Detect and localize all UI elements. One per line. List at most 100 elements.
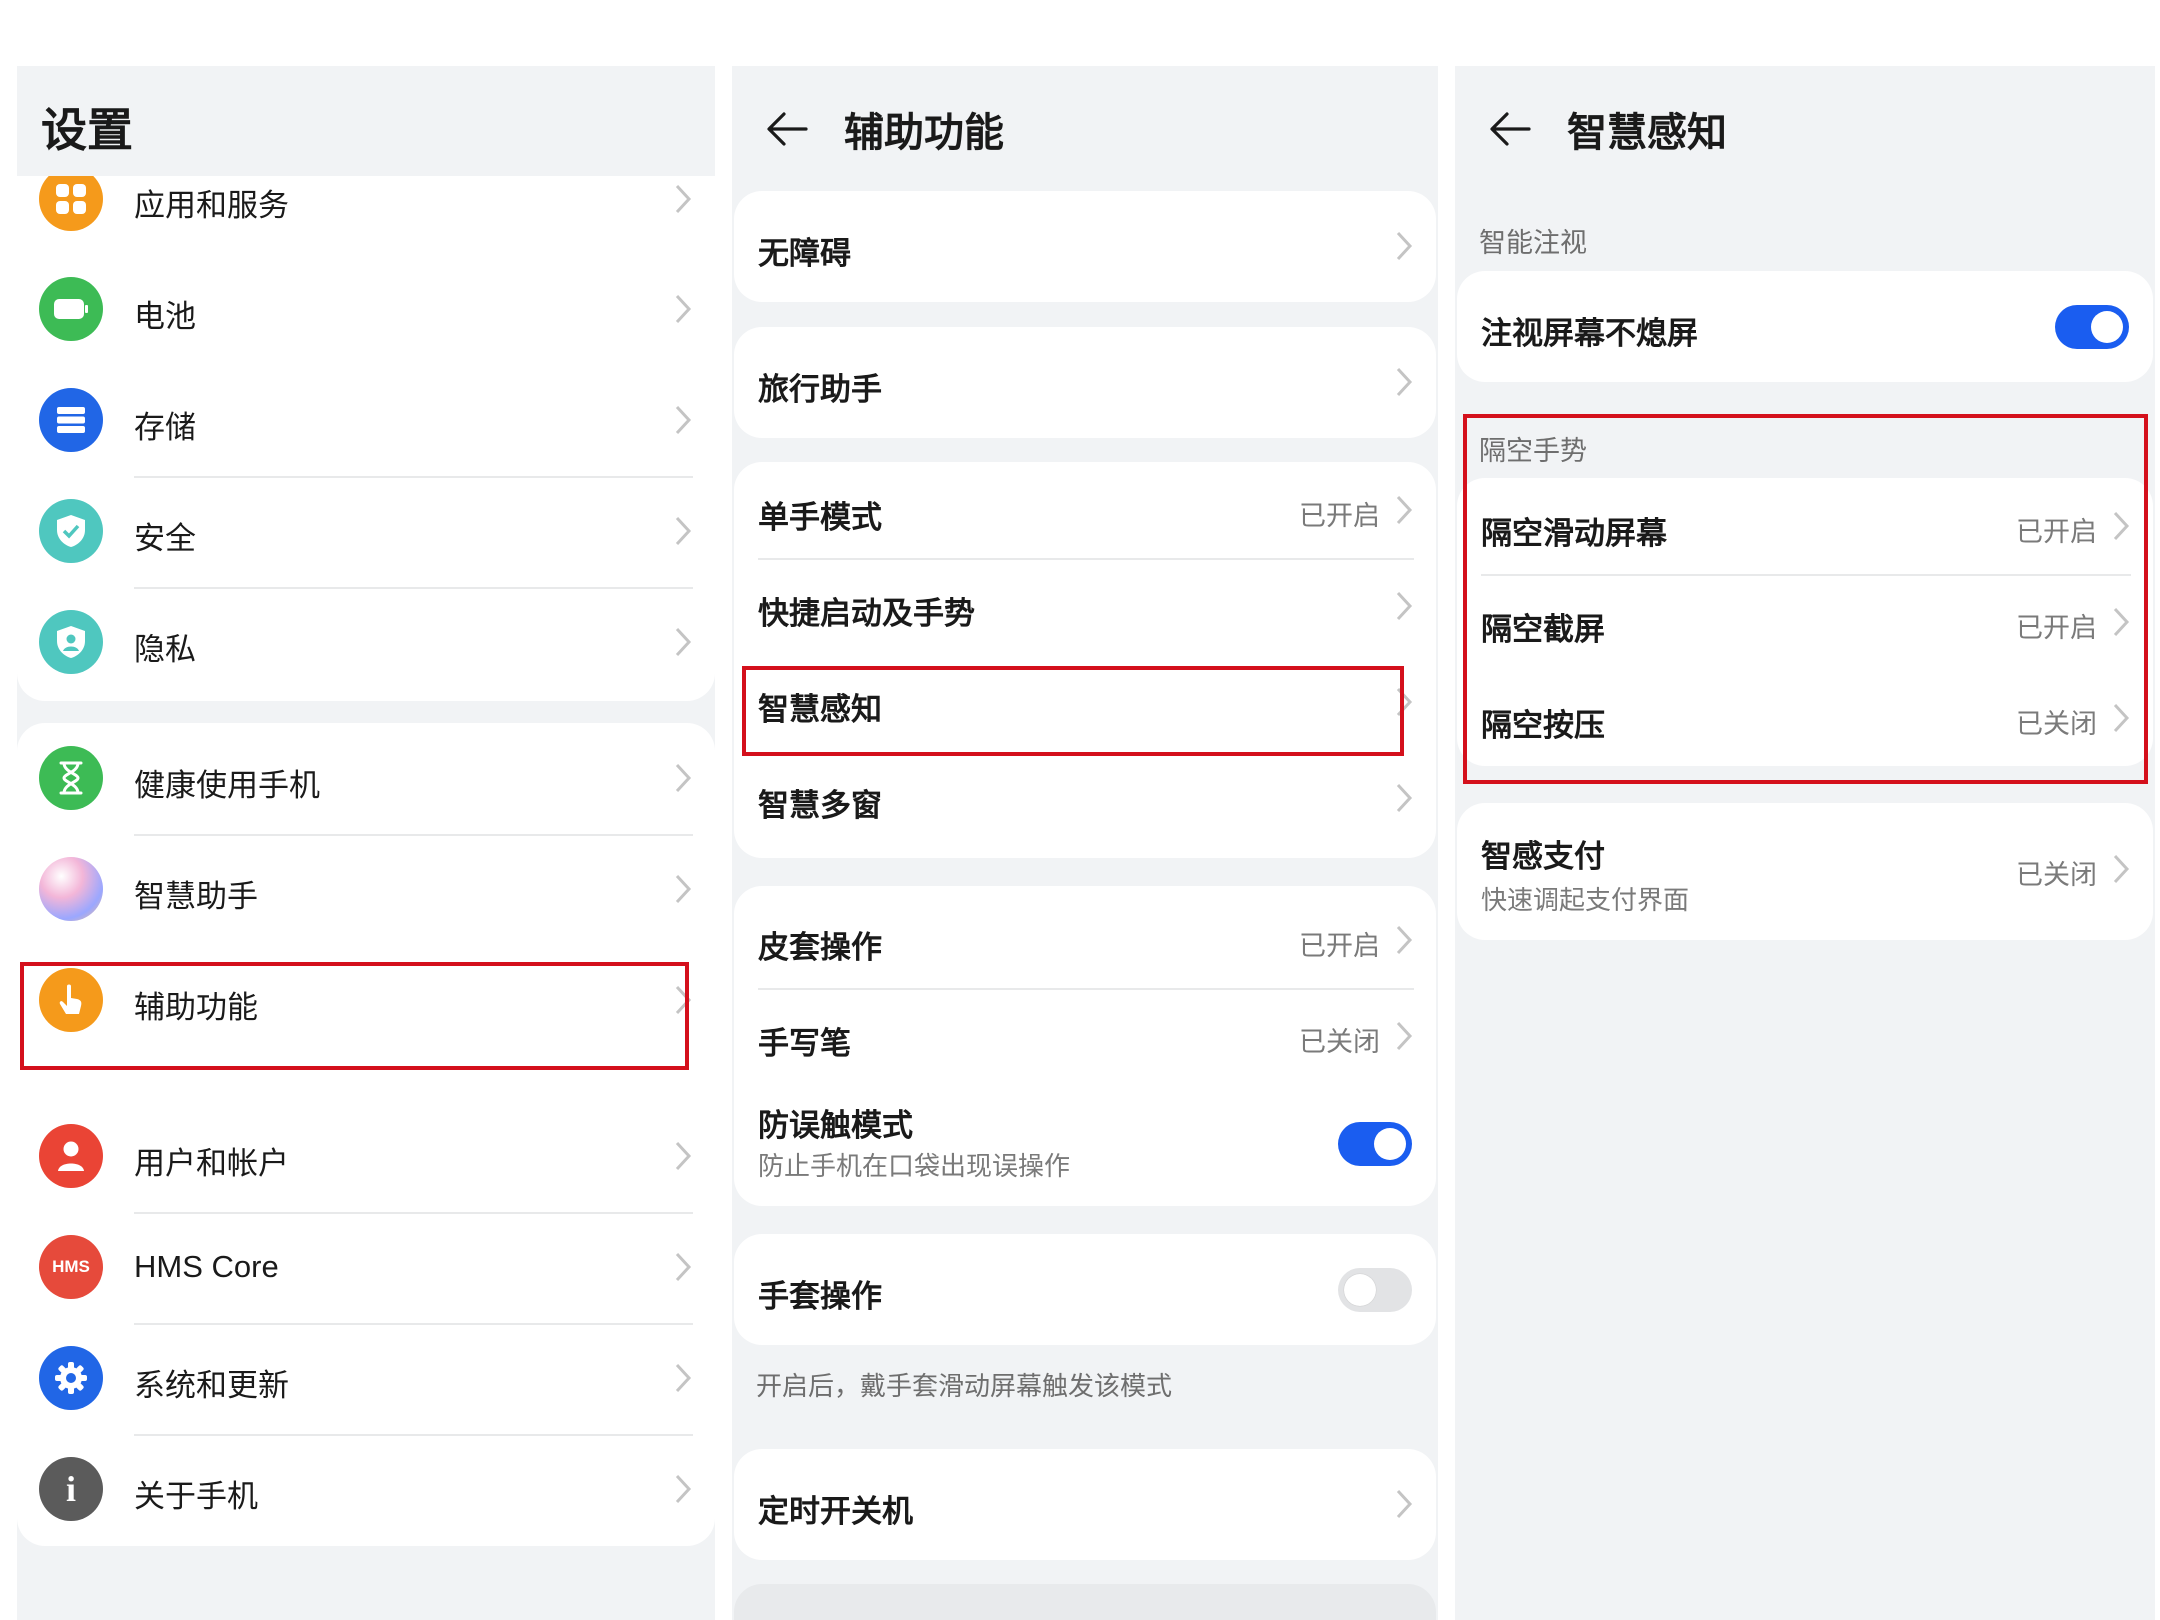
chevron-right-icon	[675, 294, 692, 324]
storage-icon	[39, 388, 103, 452]
item-value: 已开启	[1299, 931, 1380, 962]
item-value: 已关闭	[2016, 709, 2097, 740]
gaze-toggle[interactable]	[2055, 305, 2129, 349]
page-title-overlay: 设置	[41, 103, 133, 157]
settings-item-apps[interactable]: 应用和服务	[17, 176, 715, 254]
item-air-press[interactable]: 隔空按压 已关闭	[1457, 670, 2153, 766]
settings-item-label: 安全	[134, 521, 196, 557]
item-travel-assistant[interactable]: 旅行助手	[734, 327, 1436, 438]
back-arrow-icon[interactable]	[762, 103, 814, 155]
card-glove: 手套操作	[734, 1234, 1436, 1345]
chevron-right-icon	[675, 1252, 692, 1282]
accessibility-panel: 辅助功能 无障碍 旅行助手 单手模式 已开启 快捷启动及手势 智慧感知 智慧多窗	[732, 66, 1438, 1620]
card-air-gestures: 隔空滑动屏幕 已开启 隔空截屏 已开启 隔空按压 已关闭	[1457, 478, 2153, 766]
item-label: 防误触模式	[758, 1108, 913, 1144]
settings-item-label: 辅助功能	[134, 990, 258, 1026]
settings-item-storage[interactable]: 存储	[17, 365, 715, 476]
settings-item-smart-assistant[interactable]: 智慧助手	[17, 834, 715, 945]
item-air-swipe[interactable]: 隔空滑动屏幕 已开启	[1457, 478, 2153, 574]
settings-item-system-update[interactable]: 系统和更新	[17, 1323, 715, 1434]
back-arrow-icon[interactable]	[1485, 103, 1537, 155]
chevron-right-icon	[675, 1141, 692, 1171]
item-smart-multiwindow[interactable]: 智慧多窗	[734, 750, 1436, 846]
chevron-right-icon	[675, 184, 692, 214]
user-icon	[39, 1124, 103, 1188]
settings-item-digital-balance[interactable]: 健康使用手机	[17, 723, 715, 834]
settings-item-security[interactable]: 安全	[17, 476, 715, 587]
item-label: 手写笔	[758, 1026, 851, 1062]
item-value: 已开启	[2016, 613, 2097, 644]
privacy-shield-icon	[39, 610, 103, 674]
settings-item-label: 关于手机	[134, 1479, 258, 1515]
chevron-right-icon	[1396, 231, 1413, 261]
settings-item-hms-core[interactable]: HMS HMS Core	[17, 1212, 715, 1323]
section-header-gaze: 智能注视	[1479, 228, 1587, 259]
card-gestures: 单手模式 已开启 快捷启动及手势 智慧感知 智慧多窗	[734, 462, 1436, 858]
chevron-right-icon	[1396, 1021, 1413, 1051]
chevron-right-icon	[675, 763, 692, 793]
header: 智慧感知	[1485, 94, 1727, 164]
hms-icon: HMS	[39, 1235, 103, 1299]
item-barrier-free[interactable]: 无障碍	[734, 191, 1436, 302]
item-accidental-touch[interactable]: 防误触模式 防止手机在口袋出现误操作	[734, 1084, 1436, 1206]
chevron-right-icon	[2113, 703, 2130, 733]
toggle-knob	[1374, 1128, 1406, 1160]
chevron-right-icon	[2113, 607, 2130, 637]
card-partial	[734, 1584, 1436, 1620]
item-glove-operation[interactable]: 手套操作	[734, 1234, 1436, 1345]
gear-icon	[39, 1346, 103, 1410]
item-subtitle: 快速调起支付界面	[1481, 886, 1690, 916]
settings-item-label: 应用和服务	[134, 188, 289, 224]
item-stylus[interactable]: 手写笔 已关闭	[734, 988, 1436, 1084]
card-smart-pay: 智感支付 快速调起支付界面 已关闭	[1457, 803, 2153, 940]
item-label: 旅行助手	[758, 372, 882, 408]
toggle-knob	[1344, 1274, 1376, 1306]
item-one-hand-mode[interactable]: 单手模式 已开启	[734, 462, 1436, 558]
item-air-screenshot[interactable]: 隔空截屏 已开启	[1457, 574, 2153, 670]
page-title: 辅助功能	[844, 110, 1004, 156]
settings-item-battery[interactable]: 电池	[17, 254, 715, 365]
item-value: 已开启	[2016, 517, 2097, 548]
settings-item-label: 智慧助手	[134, 879, 258, 915]
settings-item-about-phone[interactable]: i 关于手机	[17, 1434, 715, 1545]
chevron-right-icon	[675, 1474, 692, 1504]
item-scheduled-power[interactable]: 定时开关机	[734, 1449, 1436, 1560]
page-title: 智慧感知	[1567, 110, 1727, 156]
settings-group-2: 健康使用手机 智慧助手 辅助功能	[17, 723, 715, 1166]
settings-item-label: 电池	[134, 299, 196, 335]
item-value: 已关闭	[2016, 860, 2097, 891]
hourglass-icon	[39, 746, 103, 810]
settings-item-label: 用户和帐户	[134, 1146, 289, 1182]
chevron-right-icon	[1396, 495, 1413, 525]
settings-item-accessibility[interactable]: 辅助功能	[17, 945, 715, 1056]
item-subtitle: 防止手机在口袋出现误操作	[758, 1152, 1071, 1182]
settings-item-users[interactable]: 用户和帐户	[17, 1101, 715, 1212]
item-label: 隔空滑动屏幕	[1481, 516, 1667, 552]
settings-item-label: 隐私	[134, 632, 196, 668]
section-header-air-gesture: 隔空手势	[1479, 436, 1587, 467]
item-label: 无障碍	[758, 236, 851, 272]
chevron-right-icon	[1396, 591, 1413, 621]
item-quick-launch-gestures[interactable]: 快捷启动及手势	[734, 558, 1436, 654]
item-label: 智感支付	[1481, 839, 1605, 875]
item-smart-pay[interactable]: 智感支付 快速调起支付界面 已关闭	[1457, 803, 2153, 940]
chevron-right-icon	[1396, 925, 1413, 955]
settings-item-label: 系统和更新	[134, 1368, 289, 1404]
item-gaze-keep-screen-on[interactable]: 注视屏幕不熄屏	[1457, 271, 2153, 382]
chevron-right-icon	[2113, 511, 2130, 541]
card-travel-assistant: 旅行助手	[734, 327, 1436, 438]
item-label: 快捷启动及手势	[758, 596, 975, 632]
item-label: 智慧多窗	[758, 788, 882, 824]
accidental-touch-toggle[interactable]	[1338, 1122, 1412, 1166]
glove-note: 开启后，戴手套滑动屏幕触发该模式	[756, 1372, 1173, 1402]
glove-toggle[interactable]	[1338, 1268, 1412, 1312]
chevron-right-icon	[675, 874, 692, 904]
apps-icon	[39, 176, 103, 231]
item-cover-operation[interactable]: 皮套操作 已开启	[734, 886, 1436, 982]
toggle-knob	[2091, 311, 2123, 343]
settings-item-privacy[interactable]: 隐私	[17, 587, 715, 698]
info-icon: i	[39, 1457, 103, 1521]
chevron-right-icon	[675, 627, 692, 657]
item-label: 皮套操作	[758, 930, 882, 966]
item-smart-perception[interactable]: 智慧感知	[734, 654, 1436, 750]
